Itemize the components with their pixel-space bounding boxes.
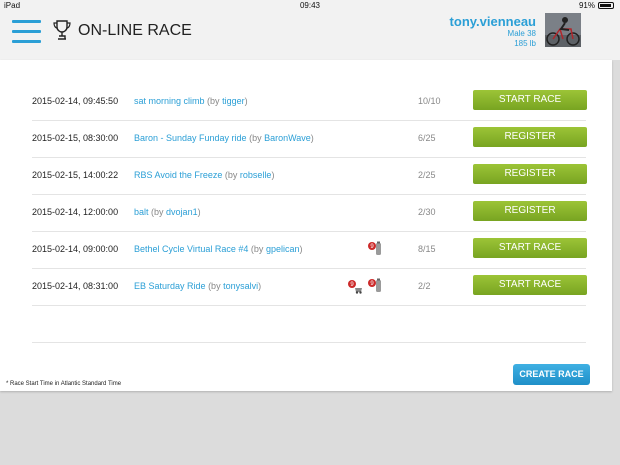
race-date: 2015-02-14, 12:00:00	[32, 207, 119, 217]
race-date: 2015-02-15, 08:30:00	[32, 133, 119, 143]
race-participant-count: 2/2	[418, 281, 431, 291]
race-name[interactable]: EB Saturday Ride	[134, 281, 206, 291]
bottle-icon: 9	[367, 278, 383, 294]
race-list: 2015-02-14, 09:45:50 sat morning climb (b…	[32, 84, 587, 343]
race-action-button[interactable]: REGISTER	[473, 201, 587, 221]
race-date: 2015-02-15, 14:00:22	[32, 170, 119, 180]
race-by-prefix: (by	[207, 96, 223, 106]
race-name-link[interactable]: Baron - Sunday Funday ride (by BaronWave…	[134, 133, 314, 143]
speed-icon: 9	[347, 278, 363, 294]
race-organizer[interactable]: dvojan1	[166, 207, 198, 217]
race-by-prefix: (by	[249, 133, 265, 143]
race-date: 2015-02-14, 09:45:50	[32, 96, 119, 106]
create-race-button[interactable]: CREATE RACE	[513, 364, 590, 385]
race-action-button[interactable]: START RACE	[473, 275, 587, 295]
race-icons: 9	[367, 241, 383, 257]
race-action-button[interactable]: START RACE	[473, 90, 587, 110]
race-participant-count: 2/30	[418, 207, 436, 217]
empty-row	[32, 306, 586, 343]
battery-icon	[598, 2, 614, 9]
race-action-button[interactable]: REGISTER	[473, 164, 587, 184]
header-bar: ON-LINE RACE tony.vienneau Male 38 185 l…	[0, 12, 620, 60]
race-name-link[interactable]: Bethel Cycle Virtual Race #4 (by gpelica…	[134, 244, 302, 254]
race-row: 2015-02-14, 09:00:00 Bethel Cycle Virtual…	[32, 232, 587, 269]
trophy-icon	[53, 20, 71, 40]
race-by-suffix: )	[258, 281, 262, 291]
race-name[interactable]: Baron - Sunday Funday ride	[134, 133, 247, 143]
race-row: 2015-02-14, 08:31:00 EB Saturday Ride (by…	[32, 269, 587, 306]
race-name[interactable]: balt	[134, 207, 149, 217]
user-weight: 185 lb	[514, 39, 536, 48]
race-row: 2015-02-15, 14:00:22 RBS Avoid the Freeze…	[32, 158, 587, 195]
page-title: ON-LINE RACE	[78, 22, 192, 39]
race-participant-count: 10/10	[418, 96, 441, 106]
race-panel: 2015-02-14, 09:45:50 sat morning climb (b…	[0, 60, 612, 391]
race-action-button[interactable]: START RACE	[473, 238, 587, 258]
race-by-suffix: )	[244, 96, 248, 106]
race-participant-count: 2/25	[418, 170, 436, 180]
race-by-suffix: )	[299, 244, 303, 254]
footnote: * Race Start Time in Atlantic Standard T…	[6, 381, 122, 387]
race-participant-count: 8/15	[418, 244, 436, 254]
race-date: 2015-02-14, 08:31:00	[32, 281, 119, 291]
username[interactable]: tony.vienneau	[450, 14, 536, 29]
bottle-icon: 9	[367, 241, 383, 257]
race-participant-count: 6/25	[418, 133, 436, 143]
race-row: 2015-02-15, 08:30:00 Baron - Sunday Funda…	[32, 121, 587, 158]
race-organizer[interactable]: tonysalvi	[223, 281, 258, 291]
race-date: 2015-02-14, 09:00:00	[32, 244, 119, 254]
avatar[interactable]	[545, 13, 581, 47]
race-organizer[interactable]: robselle	[240, 170, 272, 180]
race-name-link[interactable]: RBS Avoid the Freeze (by robselle)	[134, 170, 274, 180]
race-name-link[interactable]: balt (by dvojan1)	[134, 207, 201, 217]
status-right: 91%	[579, 1, 614, 10]
race-name-link[interactable]: sat morning climb (by tigger)	[134, 96, 248, 106]
race-by-suffix: )	[271, 170, 275, 180]
race-by-prefix: (by	[151, 207, 167, 217]
race-row: 2015-02-14, 12:00:00 balt (by dvojan1) 2/3…	[32, 195, 587, 232]
race-by-prefix: (by	[250, 244, 266, 254]
race-name[interactable]: sat morning climb	[134, 96, 205, 106]
race-icons: 99	[347, 278, 383, 294]
race-by-prefix: (by	[208, 281, 224, 291]
race-action-button[interactable]: REGISTER	[473, 127, 587, 147]
race-name-link[interactable]: EB Saturday Ride (by tonysalvi)	[134, 281, 261, 291]
status-bar: iPad 09:43 91%	[0, 0, 620, 12]
race-name[interactable]: Bethel Cycle Virtual Race #4	[134, 244, 248, 254]
race-organizer[interactable]: BaronWave	[264, 133, 311, 143]
race-by-suffix: )	[197, 207, 201, 217]
race-organizer[interactable]: gpelican	[266, 244, 300, 254]
user-info[interactable]: tony.vienneau Male 38 185 lb	[450, 14, 536, 49]
race-by-prefix: (by	[224, 170, 240, 180]
race-organizer[interactable]: tigger	[222, 96, 245, 106]
race-by-suffix: )	[310, 133, 314, 143]
menu-icon[interactable]	[12, 20, 41, 44]
user-gender-age: Male 38	[507, 29, 536, 38]
race-row: 2015-02-14, 09:45:50 sat morning climb (b…	[32, 84, 587, 121]
battery-percent: 91%	[578, 1, 595, 10]
race-name[interactable]: RBS Avoid the Freeze	[134, 170, 222, 180]
clock: 09:43	[299, 1, 321, 10]
